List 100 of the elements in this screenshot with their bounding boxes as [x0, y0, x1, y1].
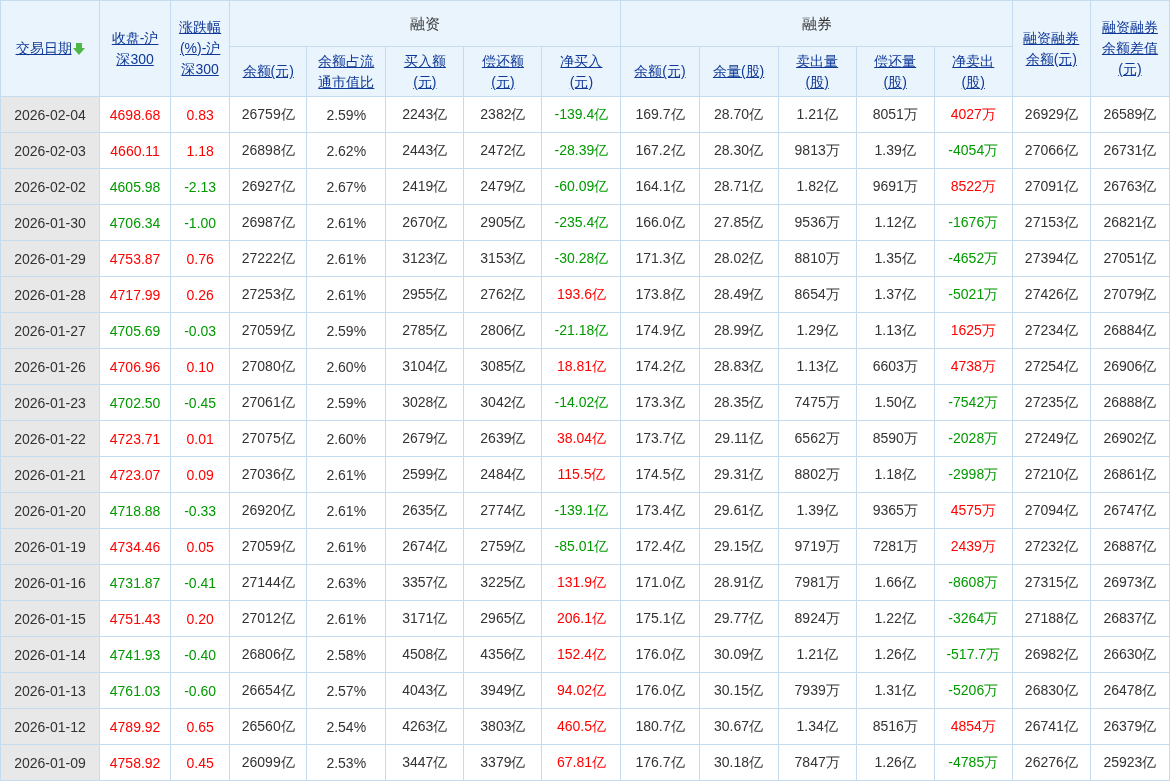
table-cell: -60.09亿	[541, 168, 621, 205]
table-cell: 169.7亿	[621, 96, 700, 133]
table-cell: 4753.87	[99, 240, 171, 277]
table-cell: 3123亿	[385, 240, 464, 277]
table-cell: 7281万	[856, 528, 935, 565]
table-cell: 3447亿	[385, 744, 464, 781]
table-cell: 27234亿	[1012, 312, 1091, 349]
table-cell: 26987亿	[229, 204, 307, 241]
table-cell: 26654亿	[229, 672, 307, 709]
table-cell: 26747亿	[1090, 492, 1170, 529]
table-cell: 0.09	[170, 456, 230, 493]
table-cell: 67.81亿	[541, 744, 621, 781]
table-cell: -4054万	[934, 132, 1013, 169]
table-cell: 26478亿	[1090, 672, 1170, 709]
table-cell: 0.26	[170, 276, 230, 313]
table-cell: 26906亿	[1090, 348, 1170, 385]
table-cell: 94.02亿	[541, 672, 621, 709]
date-cell: 2026-02-04	[0, 96, 100, 133]
table-cell: -3264万	[934, 600, 1013, 637]
table-cell: 26888亿	[1090, 384, 1170, 421]
table-cell: 8590万	[856, 420, 935, 457]
table-cell: 2.67%	[306, 168, 386, 205]
table-cell: 7939万	[778, 672, 857, 709]
table-cell: -85.01亿	[541, 528, 621, 565]
table-cell: 27061亿	[229, 384, 307, 421]
table-cell: 2679亿	[385, 420, 464, 457]
table-cell: 8810万	[778, 240, 857, 277]
table-cell: 26589亿	[1090, 96, 1170, 133]
table-cell: 2.53%	[306, 744, 386, 781]
table-cell: 4751.43	[99, 600, 171, 637]
table-cell: 3379亿	[463, 744, 542, 781]
table-cell: 27012亿	[229, 600, 307, 637]
table-cell: 1.50亿	[856, 384, 935, 421]
table-cell: 3042亿	[463, 384, 542, 421]
table-cell: 4761.03	[99, 672, 171, 709]
table-cell: 27188亿	[1012, 600, 1091, 637]
date-cell: 2026-01-16	[0, 564, 100, 601]
table-cell: -28.39亿	[541, 132, 621, 169]
table-cell: 180.7亿	[621, 708, 700, 745]
table-cell: 173.8亿	[621, 276, 700, 313]
table-cell: 26884亿	[1090, 312, 1170, 349]
table-cell: 4706.96	[99, 348, 171, 385]
table-cell: 2.59%	[306, 312, 386, 349]
date-cell: 2026-01-28	[0, 276, 100, 313]
date-cell: 2026-01-30	[0, 204, 100, 241]
column-header-link[interactable]: 交易日期	[15, 38, 72, 60]
table-cell: 173.3亿	[621, 384, 700, 421]
table-cell: 1.18	[170, 132, 230, 169]
table-cell: 29.31亿	[699, 456, 779, 493]
table-cell: 9813万	[778, 132, 857, 169]
table-cell: -1676万	[934, 204, 1013, 241]
table-cell: 9536万	[778, 204, 857, 241]
table-cell: 1.39亿	[856, 132, 935, 169]
table-cell: 0.76	[170, 240, 230, 277]
table-cell: 27094亿	[1012, 492, 1091, 529]
table-cell: 171.3亿	[621, 240, 700, 277]
table-cell: 1.37亿	[856, 276, 935, 313]
table-cell: 4043亿	[385, 672, 464, 709]
table-cell: 26887亿	[1090, 528, 1170, 565]
table-cell: 26837亿	[1090, 600, 1170, 637]
table-cell: -2.13	[170, 168, 230, 205]
table-cell: 27036亿	[229, 456, 307, 493]
table-cell: 2472亿	[463, 132, 542, 169]
table-cell: 2382亿	[463, 96, 542, 133]
table-cell: 4605.98	[99, 168, 171, 205]
table-cell: 4263亿	[385, 708, 464, 745]
table-cell: 4731.87	[99, 564, 171, 601]
table-cell: 8522万	[934, 168, 1013, 205]
table-cell: 8051万	[856, 96, 935, 133]
table-cell: -0.33	[170, 492, 230, 529]
table-cell: 174.9亿	[621, 312, 700, 349]
table-cell: 4356亿	[463, 636, 542, 673]
table-cell: 2.59%	[306, 96, 386, 133]
table-cell: -21.18亿	[541, 312, 621, 349]
table-cell: 1.82亿	[778, 168, 857, 205]
table-cell: 176.7亿	[621, 744, 700, 781]
table-cell: 0.65	[170, 708, 230, 745]
table-cell: 1625万	[934, 312, 1013, 349]
date-cell: 2026-01-20	[0, 492, 100, 529]
table-cell: 1.18亿	[856, 456, 935, 493]
table-cell: 29.15亿	[699, 528, 779, 565]
table-cell: 27254亿	[1012, 348, 1091, 385]
table-cell: 28.83亿	[699, 348, 779, 385]
table-cell: 2.60%	[306, 348, 386, 385]
table-cell: -5206万	[934, 672, 1013, 709]
table-cell: 2905亿	[463, 204, 542, 241]
table-cell: 1.34亿	[778, 708, 857, 745]
table-cell: -0.03	[170, 312, 230, 349]
table-cell: 4706.34	[99, 204, 171, 241]
table-cell: 2.60%	[306, 420, 386, 457]
table-cell: 2479亿	[463, 168, 542, 205]
table-cell: 460.5亿	[541, 708, 621, 745]
table-cell: 30.18亿	[699, 744, 779, 781]
table-cell: 27144亿	[229, 564, 307, 601]
table-cell: 27075亿	[229, 420, 307, 457]
table-cell: 8924万	[778, 600, 857, 637]
table-cell: 174.2亿	[621, 348, 700, 385]
date-cell: 2026-01-19	[0, 528, 100, 565]
table-cell: 26920亿	[229, 492, 307, 529]
table-cell: 2.62%	[306, 132, 386, 169]
